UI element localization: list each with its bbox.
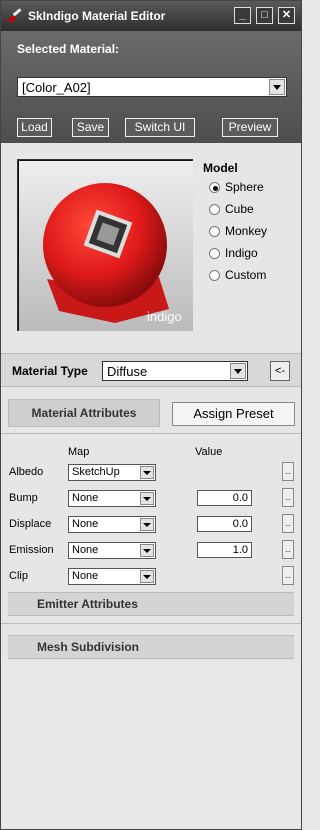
material-editor-window: SkIndigo Material Editor _ □ ✕ Selected … — [0, 0, 302, 830]
chevron-down-icon[interactable] — [140, 466, 154, 479]
material-type-row: Material Type Diffuse <- — [1, 353, 301, 387]
minimize-button[interactable]: _ — [234, 7, 251, 24]
radio-custom[interactable] — [209, 270, 220, 281]
model-label: Model — [203, 161, 238, 175]
radio-monkey[interactable] — [209, 226, 220, 237]
value-column-header: Value — [195, 446, 223, 458]
emission-more-button[interactable]: .. — [282, 540, 294, 559]
albedo-label: Albedo — [9, 466, 44, 478]
albedo-more-button[interactable]: .. — [282, 462, 294, 481]
app-icon — [7, 8, 22, 24]
bump-value-input[interactable]: 0.0 — [197, 490, 252, 506]
chevron-down-icon[interactable] — [140, 518, 154, 531]
material-type-select[interactable]: Diffuse — [102, 361, 248, 381]
chevron-down-icon[interactable] — [140, 544, 154, 557]
chevron-down-icon[interactable] — [140, 492, 154, 505]
emission-map-select[interactable]: None — [68, 542, 156, 559]
displace-map-select[interactable]: None — [68, 516, 156, 533]
back-button[interactable]: <- — [270, 361, 290, 381]
bump-map-select[interactable]: None — [68, 490, 156, 507]
chevron-down-icon[interactable] — [140, 570, 154, 583]
clip-label: Clip — [9, 570, 28, 582]
displace-value-input[interactable]: 0.0 — [197, 516, 252, 532]
emission-value-input[interactable]: 1.0 — [197, 542, 252, 558]
title-bar[interactable]: SkIndigo Material Editor _ □ ✕ — [1, 1, 301, 31]
material-preview-image: indigo — [17, 159, 193, 331]
map-column-header: Map — [68, 446, 90, 458]
divider — [1, 623, 301, 624]
chevron-down-icon[interactable] — [230, 363, 246, 379]
load-button[interactable]: Load — [17, 118, 52, 137]
header-panel: Selected Material: [Color_A02] Load Save… — [1, 31, 301, 143]
preview-button[interactable]: Preview — [222, 118, 278, 137]
assign-preset-button[interactable]: Assign Preset — [172, 402, 295, 426]
emission-label: Emission — [9, 544, 54, 556]
switch-ui-button[interactable]: Switch UI — [125, 118, 195, 137]
material-type-value: Diffuse — [107, 364, 148, 379]
displace-label: Displace — [9, 518, 52, 530]
empty-panel-area — [1, 661, 301, 829]
selected-material-label: Selected Material: — [17, 42, 120, 56]
radio-sphere[interactable] — [209, 182, 220, 193]
emitter-attributes-section[interactable]: Emitter Attributes — [8, 592, 294, 616]
material-select[interactable]: [Color_A02] — [17, 77, 287, 97]
preview-render: indigo — [19, 161, 193, 331]
chevron-down-icon[interactable] — [269, 79, 285, 95]
material-type-label: Material Type — [12, 364, 88, 378]
material-select-value: [Color_A02] — [22, 80, 91, 95]
preview-panel: indigo Model Sphere Cube Monkey Indigo C… — [1, 145, 301, 341]
bump-more-button[interactable]: .. — [282, 488, 294, 507]
albedo-map-select[interactable]: SketchUp — [68, 464, 156, 481]
tab-material-attributes[interactable]: Material Attributes — [8, 399, 160, 427]
displace-more-button[interactable]: .. — [282, 514, 294, 533]
mesh-subdivision-section[interactable]: Mesh Subdivision — [8, 635, 294, 659]
maximize-button[interactable]: □ — [256, 7, 273, 24]
radio-indigo[interactable] — [209, 248, 220, 259]
window-title: SkIndigo Material Editor — [28, 9, 166, 23]
save-button[interactable]: Save — [72, 118, 109, 137]
radio-cube[interactable] — [209, 204, 220, 215]
close-button[interactable]: ✕ — [278, 7, 295, 24]
clip-more-button[interactable]: .. — [282, 566, 294, 585]
clip-map-select[interactable]: None — [68, 568, 156, 585]
indigo-watermark: indigo — [147, 309, 182, 324]
bump-label: Bump — [9, 492, 38, 504]
